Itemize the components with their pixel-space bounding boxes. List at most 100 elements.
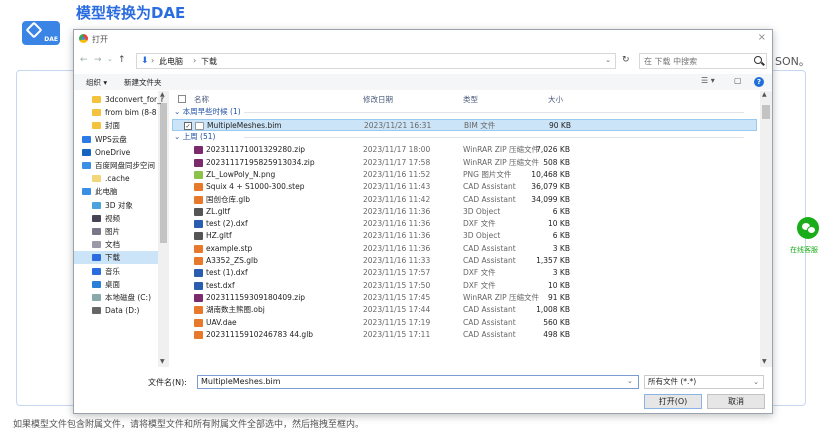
file-icon — [194, 318, 203, 327]
file-list-scroll-thumb[interactable] — [762, 105, 770, 119]
scroll-down-icon[interactable]: ▼ — [762, 358, 767, 365]
sidebar-item[interactable]: Data (D:) — [92, 304, 139, 317]
search-input[interactable] — [644, 55, 744, 67]
file-row[interactable]: 202311159309180409.zip 2023/11/15 17:45 Wi… — [172, 292, 757, 304]
preview-pane-icon[interactable]: ▢ — [734, 76, 742, 85]
path-field[interactable]: ⬇ › 此电脑 › 下载 ⌄ — [136, 53, 616, 69]
search-icon[interactable] — [754, 56, 762, 64]
column-type[interactable]: 类型 — [463, 94, 478, 105]
sidebar-item[interactable]: 此电脑 — [82, 185, 118, 198]
scroll-down-icon[interactable]: ▼ — [160, 358, 165, 365]
sidebar-item[interactable]: 本地磁盘 (C:) — [92, 291, 151, 304]
chevron-down-icon[interactable]: ⌄ — [753, 376, 759, 388]
sidebar-item[interactable]: OneDrive — [82, 146, 130, 159]
sidebar-item-label: 3D 对象 — [105, 200, 133, 210]
sidebar-item[interactable]: WPS云盘 — [82, 133, 127, 146]
search-field[interactable] — [639, 53, 767, 69]
file-row[interactable]: ✓ MultipleMeshes.bim 2023/11/21 16:31 BIM 文… — [172, 119, 757, 131]
sidebar-item[interactable]: 下载 — [74, 251, 158, 265]
file-name: A3352_ZS.glb — [206, 256, 258, 265]
breadcrumb-this-pc[interactable]: 此电脑 — [159, 56, 183, 67]
recent-locations-button[interactable]: ⌄ — [107, 55, 113, 63]
file-row[interactable]: ZL_LowPoly_N.png 2023/11/16 11:52 PNG 图片文件… — [172, 169, 757, 181]
up-folder-button[interactable]: ↑ — [118, 55, 126, 65]
file-row[interactable]: 202311171001329280.zip 2023/11/17 18:00 Wi… — [172, 144, 757, 156]
view-options-icon[interactable]: ☰ ▾ — [701, 76, 715, 85]
dialog-titlebar[interactable]: 打开 × — [74, 30, 772, 47]
file-size: 6 KB — [552, 206, 570, 216]
back-button[interactable]: ← — [80, 55, 88, 65]
file-list: 名称 修改日期 类型 大小 ▲ ▼ ⌄ 本周早些时候 (1) ✓ MultipleM… — [170, 91, 772, 367]
file-date: 2023/11/16 11:42 — [363, 194, 431, 204]
column-date[interactable]: 修改日期 — [363, 94, 393, 105]
group-header[interactable]: ⌄ 本周早些时候 (1) — [174, 106, 754, 118]
folder-icon — [82, 188, 91, 196]
sidebar-item[interactable]: from bim (8-8 — [92, 106, 157, 119]
close-icon[interactable]: × — [758, 32, 766, 43]
column-name[interactable]: 名称 — [194, 94, 209, 105]
file-row[interactable]: UAV.dae 2023/11/15 17:19 CAD Assistant 560 … — [172, 317, 757, 329]
file-size: 10 KB — [548, 280, 570, 290]
file-row[interactable]: 20231115910246783 44.glb 2023/11/15 17:11… — [172, 329, 757, 341]
filename-input[interactable]: MultipleMeshes.bim — [197, 375, 639, 389]
dae-logo-icon: DAE — [22, 21, 60, 45]
sidebar-item[interactable]: 封面 — [92, 119, 120, 132]
select-all-checkbox[interactable] — [178, 95, 186, 103]
open-button[interactable]: 打开(O) — [644, 394, 702, 409]
downloads-arrow-icon: ⬇ — [141, 56, 149, 66]
chevron-down-icon[interactable]: ⌄ — [605, 56, 611, 64]
file-date: 2023/11/17 17:58 — [363, 157, 431, 167]
file-row[interactable]: 国创仓库.glb 2023/11/16 11:42 CAD Assistant 34,… — [172, 194, 757, 206]
file-row[interactable]: Squix 4 + S1000-300.step 2023/11/16 11:43… — [172, 181, 757, 193]
sidebar-item[interactable]: 桌面 — [92, 278, 120, 291]
file-row[interactable]: example.stp 2023/11/16 11:36 CAD Assistant… — [172, 243, 757, 255]
sidebar-item[interactable]: 图片 — [92, 225, 120, 238]
file-row[interactable]: test (1).dxf 2023/11/15 17:57 DXF 文件 3 KB — [172, 267, 757, 279]
sidebar-item-label: 百度网盘同步空间 — [95, 161, 155, 170]
sidebar-item-label: 音乐 — [105, 266, 120, 276]
cancel-button[interactable]: 取消 — [707, 394, 765, 409]
sidebar-item[interactable]: 3D 对象 — [92, 199, 133, 212]
wechat-icon[interactable] — [797, 217, 819, 239]
file-row[interactable]: test (2).dxf 2023/11/16 11:36 DXF 文件 10 KB — [172, 218, 757, 230]
file-row[interactable]: test.dxf 2023/11/15 17:50 DXF 文件 10 KB — [172, 280, 757, 292]
file-row[interactable]: 湖南数主熊圈.obj 2023/11/15 17:44 CAD Assistant 1… — [172, 304, 757, 316]
file-row[interactable]: A3352_ZS.glb 2023/11/16 11:33 CAD Assistan… — [172, 255, 757, 267]
file-size: 90 KB — [549, 121, 571, 130]
folder-icon — [92, 241, 101, 249]
row-checkbox[interactable]: ✓ — [184, 122, 192, 130]
forward-button[interactable]: → — [94, 55, 102, 65]
group-header[interactable]: ⌄ 上周 (51) — [174, 131, 754, 143]
online-support-label[interactable]: 在线客服 — [790, 245, 818, 255]
sidebar-item-label: 图片 — [105, 227, 120, 236]
breadcrumb-downloads[interactable]: 下载 — [201, 56, 217, 67]
scroll-up-icon[interactable]: ▲ — [762, 91, 767, 98]
file-type: DXF 文件 — [463, 219, 496, 229]
sidebar-scrollbar[interactable]: ▲ ▼ — [158, 91, 169, 367]
sidebar-scroll-thumb[interactable] — [160, 103, 167, 243]
organize-menu[interactable]: 组织 ▾ — [86, 77, 107, 88]
file-list-scrollbar[interactable]: ▲ ▼ — [760, 91, 772, 367]
dialog-title: 打开 — [92, 35, 108, 44]
chevron-down-icon[interactable]: ⌄ — [627, 377, 633, 385]
file-date: 2023/11/15 17:19 — [363, 317, 431, 327]
sidebar-item-label: 此电脑 — [95, 187, 118, 197]
breadcrumb-sep-2: › — [193, 56, 197, 65]
sidebar-item[interactable]: 百度网盘同步空间 — [82, 159, 155, 172]
help-icon[interactable]: ? — [754, 77, 764, 87]
file-row[interactable]: HZ.gltf 2023/11/16 11:36 3D Object 6 KB — [172, 230, 757, 242]
sidebar-item[interactable]: .cache — [92, 172, 130, 185]
file-type: DXF 文件 — [463, 280, 496, 290]
file-type-select[interactable]: 所有文件 (*.*) ⌄ — [644, 375, 764, 389]
file-row[interactable]: 202311171958259130​34.zip 2023/11/17 17:5… — [172, 157, 757, 169]
column-size[interactable]: 大小 — [548, 94, 563, 105]
sidebar-item[interactable]: 3dconvert_for_r — [92, 93, 164, 106]
file-row[interactable]: ZL.gltf 2023/11/16 11:36 3D Object 6 KB — [172, 206, 757, 218]
sidebar-item[interactable]: 视频 — [92, 212, 120, 225]
sidebar-item[interactable]: 文档 — [92, 238, 120, 251]
file-icon — [194, 220, 203, 229]
sidebar-item[interactable]: 音乐 — [92, 265, 120, 278]
new-folder-button[interactable]: 新建文件夹 — [124, 77, 162, 88]
file-type-value: 所有文件 (*.*) — [648, 377, 697, 386]
refresh-icon[interactable]: ↻ — [622, 55, 630, 65]
